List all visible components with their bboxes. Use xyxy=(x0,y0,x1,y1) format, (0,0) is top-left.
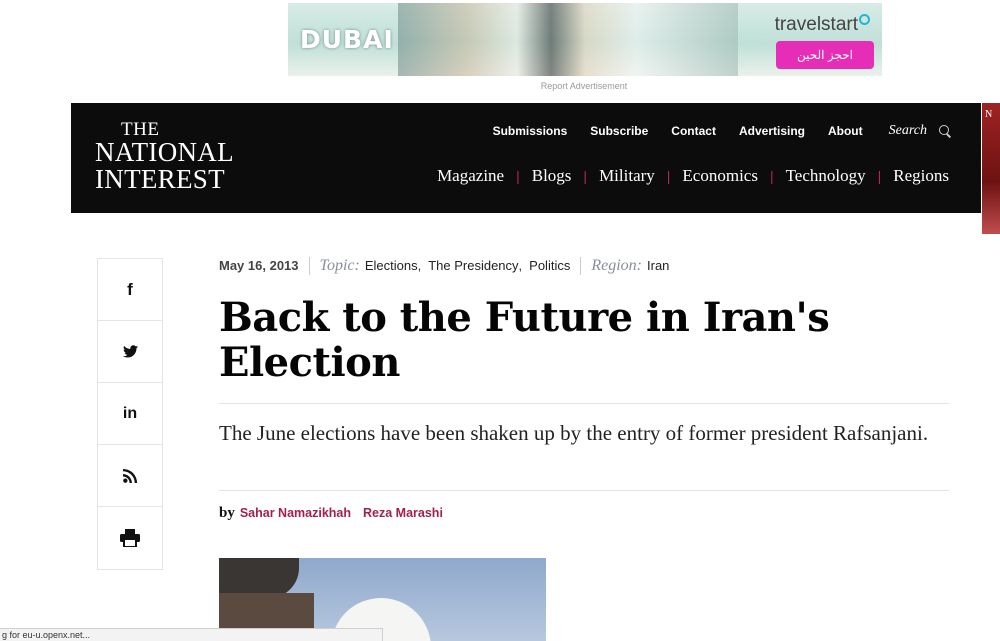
nav-magazine[interactable]: Magazine xyxy=(437,166,504,186)
nav-separator: | xyxy=(516,168,520,184)
twitter-icon xyxy=(122,345,138,358)
print-icon xyxy=(120,529,140,547)
nav-about[interactable]: About xyxy=(828,124,863,138)
ad-photo xyxy=(398,3,738,76)
article-title: Back to the Future in Iran's Election xyxy=(219,294,830,386)
ad-cta-button[interactable]: احجز الحين xyxy=(776,41,874,69)
topic-link-presidency[interactable]: The Presidency xyxy=(428,258,518,273)
topic-label: Topic: xyxy=(319,257,360,274)
hero-photo-hat xyxy=(219,558,299,598)
nav-separator: | xyxy=(666,168,671,184)
nav-separator: | xyxy=(769,168,774,184)
share-rss-button[interactable] xyxy=(98,445,162,507)
deck-divider xyxy=(219,490,949,491)
utility-nav: Submissions Subscribe Contact Advertisin… xyxy=(470,123,951,139)
byline-label: by xyxy=(219,505,235,521)
share-facebook-button[interactable]: f xyxy=(98,259,162,321)
nav-advertising[interactable]: Advertising xyxy=(739,124,805,138)
linkedin-icon: in xyxy=(122,404,138,422)
author-link[interactable]: Reza Marashi xyxy=(363,506,443,520)
logo-line-2: NATIONAL xyxy=(95,137,234,167)
site-header: THE NATIONAL INTEREST Submissions Subscr… xyxy=(71,103,981,213)
share-linkedin-button[interactable]: in xyxy=(98,383,162,445)
facebook-icon: f xyxy=(127,279,133,299)
report-advertisement-link[interactable]: Report Advertisement xyxy=(0,81,1000,91)
share-rail: f in xyxy=(97,258,163,570)
ad-brand-text: travelstart xyxy=(774,14,858,35)
region-link-iran[interactable]: Iran xyxy=(647,258,669,273)
region-label: Region: xyxy=(591,257,642,274)
share-twitter-button[interactable] xyxy=(98,321,162,383)
nav-contact[interactable]: Contact xyxy=(671,124,716,138)
nav-subscribe[interactable]: Subscribe xyxy=(590,124,648,138)
nav-separator: | xyxy=(583,168,588,184)
main-nav: Magazine | Blogs | Military | Economics … xyxy=(437,166,949,186)
nav-regions[interactable]: Regions xyxy=(893,166,949,186)
topic-separator: , xyxy=(417,258,422,273)
author-link[interactable]: Sahar Namazikhah xyxy=(240,506,351,520)
article-meta: May 16, 2013 Topic: Elections, The Presi… xyxy=(219,257,669,275)
advertisement-banner[interactable]: DUBAI travelstart احجز الحين xyxy=(288,3,882,76)
nav-blogs[interactable]: Blogs xyxy=(532,166,572,186)
ad-dubai-logo: DUBAI xyxy=(300,25,394,54)
site-logo[interactable]: THE NATIONAL INTEREST xyxy=(95,120,234,193)
side-promo-text: N xyxy=(985,109,993,120)
meta-divider xyxy=(308,257,310,275)
meta-divider xyxy=(580,257,582,275)
article-date: May 16, 2013 xyxy=(219,258,299,273)
title-divider xyxy=(219,403,949,404)
nav-technology[interactable]: Technology xyxy=(786,166,866,186)
print-button[interactable] xyxy=(98,507,162,569)
rss-icon xyxy=(122,468,137,483)
brand-dot-icon xyxy=(859,14,870,25)
nav-military[interactable]: Military xyxy=(599,166,655,186)
topic-link-elections[interactable]: Elections xyxy=(365,258,418,273)
nav-separator: | xyxy=(877,168,882,184)
topic-separator: , xyxy=(518,258,523,273)
browser-status-bar: g for eu-u.openx.net... xyxy=(0,628,383,641)
side-magazine-promo[interactable]: N xyxy=(982,103,1000,234)
nav-submissions[interactable]: Submissions xyxy=(493,124,568,138)
topic-link-politics[interactable]: Politics xyxy=(529,258,570,273)
byline: by Sahar Namazikhah Reza Marashi xyxy=(219,505,455,522)
logo-line-3: INTEREST xyxy=(95,164,225,194)
nav-economics[interactable]: Economics xyxy=(682,166,758,186)
article-deck: The June elections have been shaken up b… xyxy=(219,421,929,445)
search-link[interactable]: Search xyxy=(889,123,927,139)
search-icon[interactable] xyxy=(939,125,951,137)
ad-brand-logo: travelstart xyxy=(775,14,870,36)
